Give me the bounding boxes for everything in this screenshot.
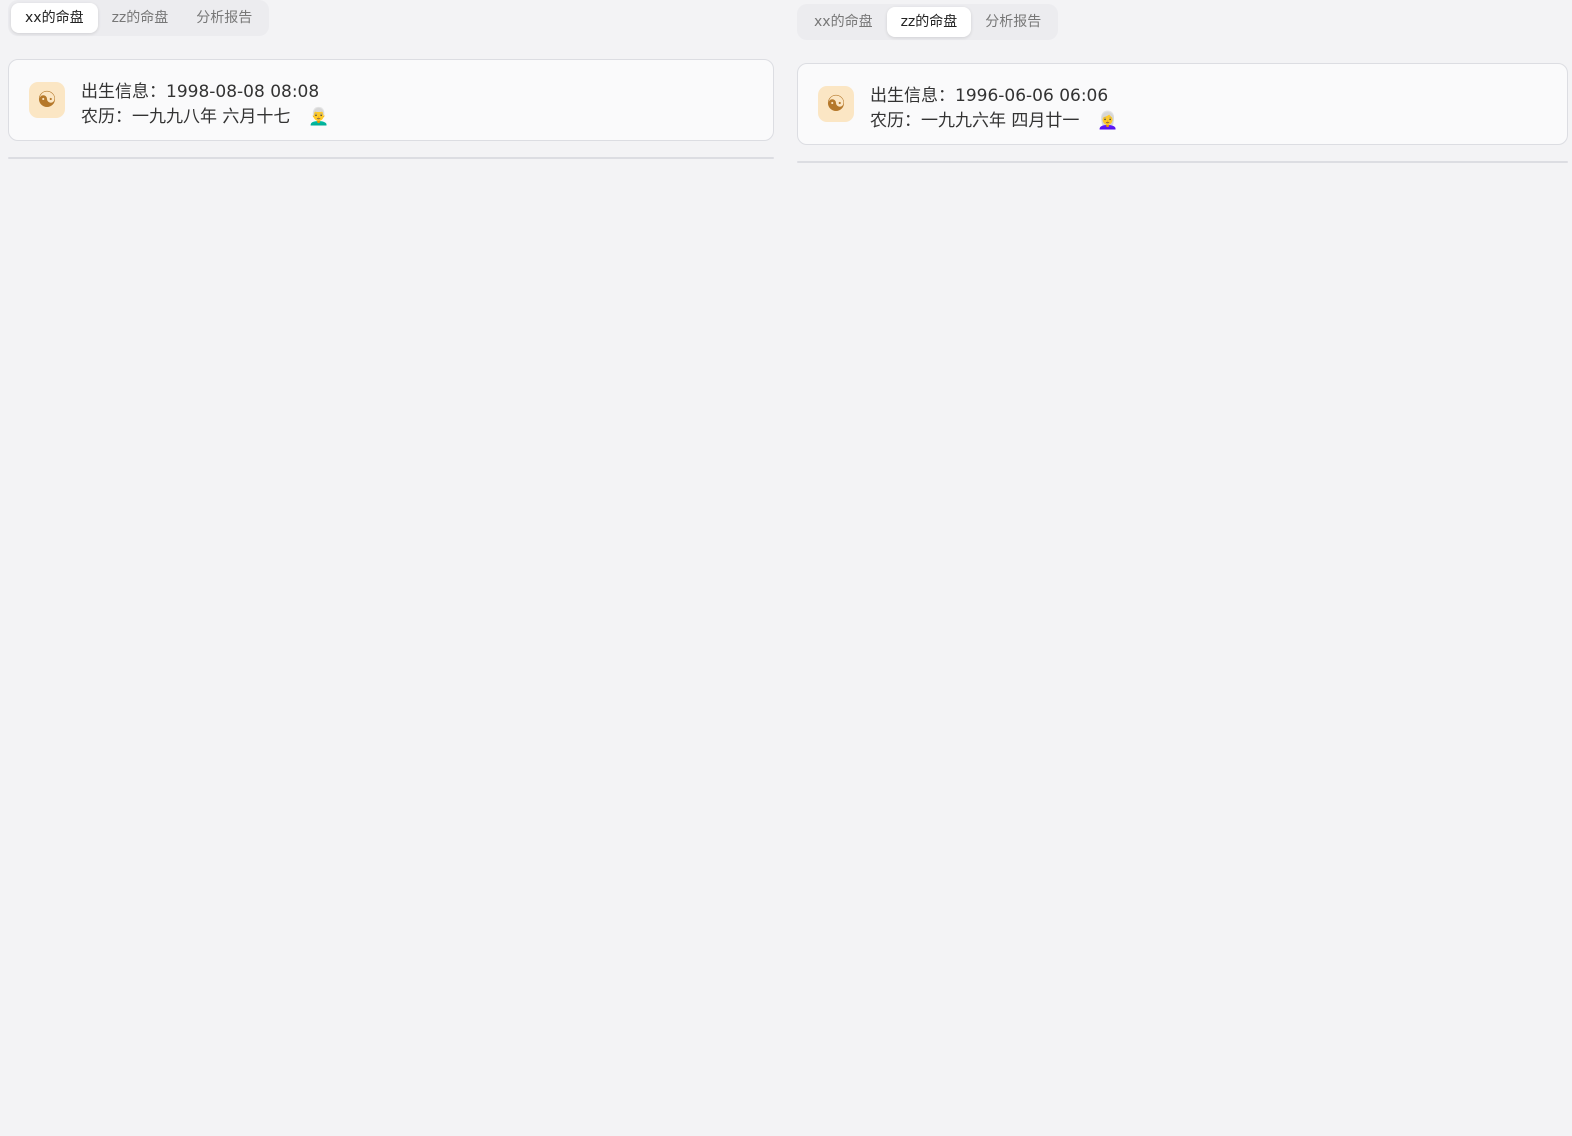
female-avatar-icon: 👩‍🦳 [1097,111,1119,131]
yin-yang-icon: ☯ [818,86,854,122]
tab-bar: xx的命盘 zz的命盘 分析报告 [8,0,270,36]
bazi-table: 干神天干地支藏干支神纳音空亡地势神煞流年食神丙午丁己伤官正财天河水寅卯死月德贵人… [797,161,1568,163]
column-header: 月柱 [1222,162,1326,163]
tab-analysis-report[interactable]: 分析报告 [182,3,266,33]
lunar-date-text: 农历：一九九八年 六月十七 [81,107,291,127]
lunar-date: 农历：一九九八年 六月十七 👨‍🦳 [81,102,330,127]
column-header: 流年 [867,162,971,163]
column-header: 时柱 [663,158,767,159]
column-header: 日柱 [549,158,653,159]
lunar-date: 农历：一九九六年 四月廿一 👩‍🦳 [870,106,1119,131]
tab-zz-chart[interactable]: zz的命盘 [886,7,972,37]
yin-yang-icon: ☯ [29,82,65,118]
tab-zz-chart[interactable]: zz的命盘 [98,3,183,33]
birth-datetime: 出生信息：1996-06-06 06:06 [870,86,1109,106]
column-header: 时柱 [1450,162,1554,163]
bazi-table: 干神天干地支藏干支神纳音空亡地势神煞流年劫财丙午丁己比肩食神天河水寅卯临官天厨贵… [8,157,774,159]
birth-info-card: ☯ 出生信息：1998-08-08 08:08 农历：一九九八年 六月十七 👨‍🦳 [8,59,774,141]
lunar-date-text: 农历：一九九六年 四月廿一 [870,111,1080,131]
row-header [798,162,1567,163]
column-header: 大运 [981,162,1085,163]
column-header: 日柱 [1336,162,1440,163]
tab-xx-chart[interactable]: xx的命盘 [800,7,887,37]
tab-analysis-report[interactable]: 分析报告 [971,7,1055,37]
column-header: 大运 [192,158,296,159]
birth-info-card: ☯ 出生信息：1996-06-06 06:06 农历：一九九六年 四月廿一 👩‍🦳 [797,63,1568,145]
birth-datetime: 出生信息：1998-08-08 08:08 [81,82,320,102]
column-header: 年柱 [319,158,423,159]
tab-xx-chart[interactable]: xx的命盘 [11,3,98,33]
column-header: 年柱 [1107,162,1211,163]
tab-bar: xx的命盘 zz的命盘 分析报告 [797,4,1059,40]
male-avatar-icon: 👨‍🦳 [308,107,330,127]
column-header: 流年 [77,158,181,159]
column-header: 月柱 [434,158,538,159]
row-header [9,158,773,159]
